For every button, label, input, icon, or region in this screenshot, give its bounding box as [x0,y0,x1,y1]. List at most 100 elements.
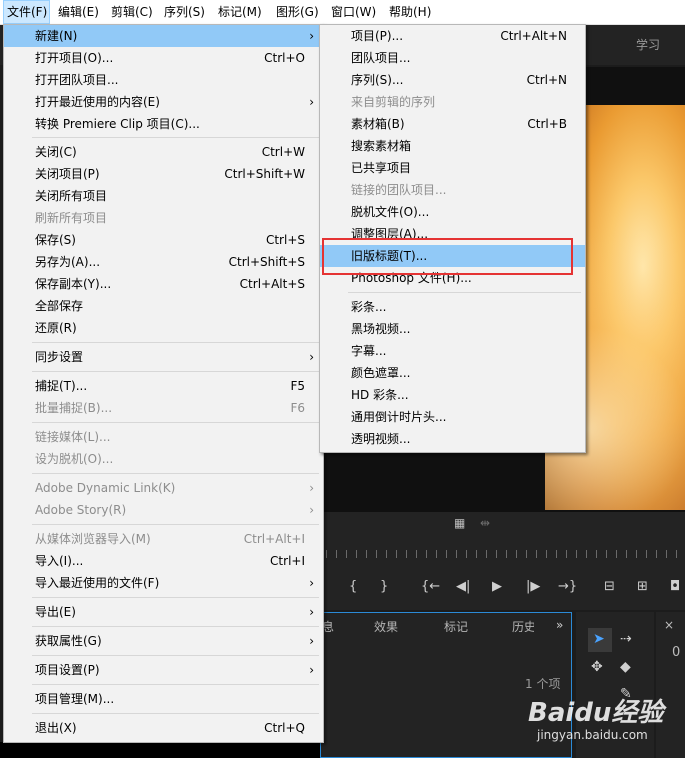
file-menu-item[interactable]: 打开团队项目... [4,69,323,91]
new-menu-item[interactable]: 黑场视频... [320,318,585,340]
new-menu-item[interactable]: 团队项目... [320,47,585,69]
file-menu-item-label: 刷新所有项目 [35,211,108,225]
new-menu-item[interactable]: 旧版标题(T)... [320,245,585,267]
lift-icon[interactable]: ⊟ [604,579,615,594]
chevron-right-icon: › [309,576,314,590]
chevron-right-icon: › [309,634,314,648]
file-menu-item-shortcut: Ctrl+Q [264,721,305,735]
file-menu-item[interactable]: 转换 Premiere Clip 项目(C)... [4,113,323,135]
file-menu-item[interactable]: 项目管理(M)... [4,688,323,710]
mark-out-icon[interactable]: } [380,579,388,594]
double-chevron-icon[interactable]: » [556,618,563,632]
new-menu-item[interactable]: 字幕... [320,340,585,362]
new-menu-item[interactable]: 序列(S)... Ctrl+N [320,69,585,91]
go-to-out-icon[interactable]: →} [558,579,577,594]
file-menu-item[interactable]: 新建(N) › [4,25,323,47]
new-menu-item-shortcut: Ctrl+B [527,117,567,131]
file-menu-item: 从媒体浏览器导入(M) Ctrl+Alt+I [4,528,323,550]
file-menu-item[interactable]: 导入(I)... Ctrl+I [4,550,323,572]
mark-in-icon[interactable]: { [349,579,357,594]
file-menu-item-shortcut: F5 [290,379,305,393]
file-menu-item[interactable]: 保存(S) Ctrl+S [4,229,323,251]
tab-effects[interactable]: 效果 [374,618,398,635]
new-menu-item[interactable]: 透明视频... [320,428,585,450]
file-menu-item-label: 打开最近使用的内容(E) [35,95,160,109]
camera-icon[interactable]: ◘ [670,579,680,594]
close-icon[interactable]: × [664,618,674,632]
new-menu-item[interactable]: 彩条... [320,296,585,318]
file-menu-item[interactable]: 同步设置 › [4,346,323,368]
play-icon[interactable]: ▶ [492,579,502,594]
menu-help[interactable]: 帮助(H) [389,0,431,24]
new-menu-item[interactable]: 项目(P)... Ctrl+Alt+N [320,25,585,47]
file-menu-item-label: 关闭所有项目 [35,189,108,203]
new-menu-item-label: Photoshop 文件(H)... [351,271,472,285]
menu-graphics[interactable]: 图形(G) [276,0,319,24]
file-menu-item[interactable]: 还原(R) [4,317,323,339]
new-menu-item-label: 字幕... [351,344,387,358]
menu-separator [32,137,319,138]
new-menu-item: 链接的团队项目... [320,179,585,201]
file-menu-item[interactable]: 打开项目(O)... Ctrl+O [4,47,323,69]
menu-edit[interactable]: 编辑(E) [58,0,99,24]
menu-file[interactable]: 文件(F) [3,0,50,24]
step-back-icon[interactable]: ◀| [456,579,470,594]
new-menu-item[interactable]: 已共享项目 [320,157,585,179]
file-menu-item-shortcut: Ctrl+S [265,233,305,247]
file-menu-item[interactable]: 捕捉(T)... F5 [4,375,323,397]
tab-history[interactable]: 历史 [512,618,534,635]
razor-icon[interactable]: ◆ [620,659,631,675]
new-menu-item[interactable]: 调整图层(A)... [320,223,585,245]
file-menu-item[interactable]: 另存为(A)... Ctrl+Shift+S [4,251,323,273]
menu-window[interactable]: 窗口(W) [331,0,376,24]
new-menu-item[interactable]: Photoshop 文件(H)... [320,267,585,289]
new-menu-item[interactable]: 通用倒计时片头... [320,406,585,428]
arrow-cursor-icon[interactable]: ➤ [593,631,605,647]
extract-icon[interactable]: ⊞ [637,579,648,594]
menu-clip[interactable]: 剪辑(C) [111,0,153,24]
file-menu-item[interactable]: 关闭(C) Ctrl+W [4,141,323,163]
file-menu-item-shortcut: Ctrl+Alt+S [239,277,305,291]
file-menu-item[interactable]: 获取属性(G) › [4,630,323,652]
new-menu-item[interactable]: 素材箱(B) Ctrl+B [320,113,585,135]
new-menu-item[interactable]: 脱机文件(O)... [320,201,585,223]
file-menu-item[interactable]: 保存副本(Y)... Ctrl+Alt+S [4,273,323,295]
file-menu-item[interactable]: 导入最近使用的文件(F) › [4,572,323,594]
film-icon[interactable]: ▦ [454,516,465,530]
workspace-learn-tab[interactable]: 学习 [636,36,660,53]
new-menu-item[interactable]: 颜色遮罩... [320,362,585,384]
menu-sequence[interactable]: 序列(S) [164,0,205,24]
file-menu-item[interactable]: 导出(E) › [4,601,323,623]
chevron-right-icon: › [309,29,314,43]
file-menu-item: 批量捕捉(B)... F6 [4,397,323,419]
file-menu-item-shortcut: Ctrl+W [261,145,305,159]
file-menu-item-label: 从媒体浏览器导入(M) [35,532,151,546]
menu-markers[interactable]: 标记(M) [218,0,262,24]
new-menu-item[interactable]: 搜索素材箱 [320,135,585,157]
tab-markers[interactable]: 标记 [444,618,468,635]
file-menu-item[interactable]: 打开最近使用的内容(E) › [4,91,323,113]
new-menu-item[interactable]: HD 彩条... [320,384,585,406]
new-menu-item-label: 彩条... [351,300,387,314]
item-count: 1 个项 [525,677,561,691]
new-menu-item-label: 调整图层(A)... [351,227,429,241]
go-to-in-icon[interactable]: {← [421,579,440,594]
file-menu-item[interactable]: 关闭所有项目 [4,185,323,207]
file-menu-item-shortcut: Ctrl+Shift+S [228,255,305,269]
file-menu-item[interactable]: 全部保存 [4,295,323,317]
file-menu-item-label: 退出(X) [35,721,77,735]
file-menu-item-label: 关闭(C) [35,145,77,159]
file-menu-item[interactable]: 关闭项目(P) Ctrl+Shift+W [4,163,323,185]
fit-icon[interactable]: ⇹ [480,516,490,530]
ripple-edit-icon[interactable]: ✥ [591,659,603,675]
file-menu-item-label: 链接媒体(L)... [35,430,111,444]
track-select-icon[interactable]: ⇢ [620,631,632,647]
transport-controls [320,562,685,610]
step-forward-icon[interactable]: |▶ [526,579,540,594]
file-menu-item: 链接媒体(L)... [4,426,323,448]
file-menu-item-label: 导入(I)... [35,554,84,568]
file-menu-item[interactable]: 退出(X) Ctrl+Q [4,717,323,739]
file-menu-item[interactable]: 项目设置(P) › [4,659,323,681]
file-menu-item-label: 导入最近使用的文件(F) [35,576,160,590]
new-menu-item-label: 旧版标题(T)... [351,249,428,263]
